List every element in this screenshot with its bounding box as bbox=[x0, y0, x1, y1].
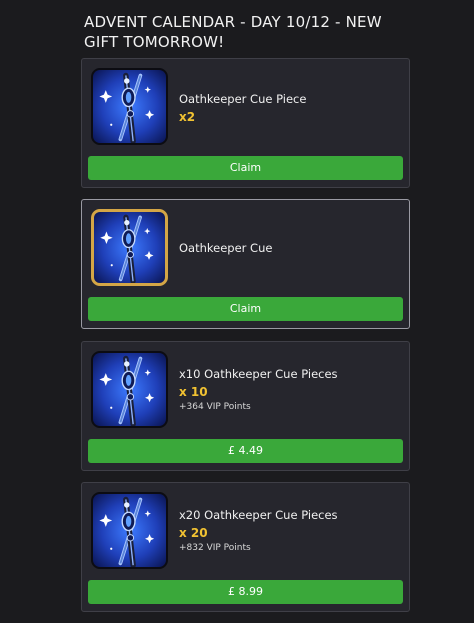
oathkeeper-cue-icon bbox=[91, 492, 168, 569]
oathkeeper-cue-icon bbox=[91, 351, 168, 428]
advent-calendar-page: ADVENT CALENDAR - DAY 10/12 - NEW GIFT T… bbox=[0, 0, 474, 623]
reward-quantity: x2 bbox=[179, 110, 196, 124]
offer-name: x10 Oathkeeper Cue Pieces bbox=[179, 367, 338, 381]
offer-quantity: x 10 bbox=[179, 385, 208, 399]
vip-points: +364 VIP Points bbox=[179, 402, 251, 412]
reward-card: Oathkeeper Cue Claim bbox=[81, 199, 410, 329]
offer-card: x20 Oathkeeper Cue Pieces x 20 +832 VIP … bbox=[81, 482, 410, 612]
reward-name: Oathkeeper Cue Piece bbox=[179, 92, 307, 106]
claim-button[interactable]: Claim bbox=[88, 156, 403, 180]
offer-name: x20 Oathkeeper Cue Pieces bbox=[179, 508, 338, 522]
buy-button[interactable]: £ 8.99 bbox=[88, 580, 403, 604]
reward-card: Oathkeeper Cue Piece x2 Claim bbox=[81, 58, 410, 188]
oathkeeper-cue-icon bbox=[91, 68, 168, 145]
page-title: ADVENT CALENDAR - DAY 10/12 - NEW GIFT T… bbox=[84, 13, 382, 51]
buy-button[interactable]: £ 4.49 bbox=[88, 439, 403, 463]
offer-card: x10 Oathkeeper Cue Pieces x 10 +364 VIP … bbox=[81, 341, 410, 471]
reward-name: Oathkeeper Cue bbox=[179, 241, 273, 255]
vip-points: +832 VIP Points bbox=[179, 543, 251, 553]
claim-button[interactable]: Claim bbox=[88, 297, 403, 321]
oathkeeper-cue-icon bbox=[91, 209, 168, 286]
offer-quantity: x 20 bbox=[179, 526, 208, 540]
